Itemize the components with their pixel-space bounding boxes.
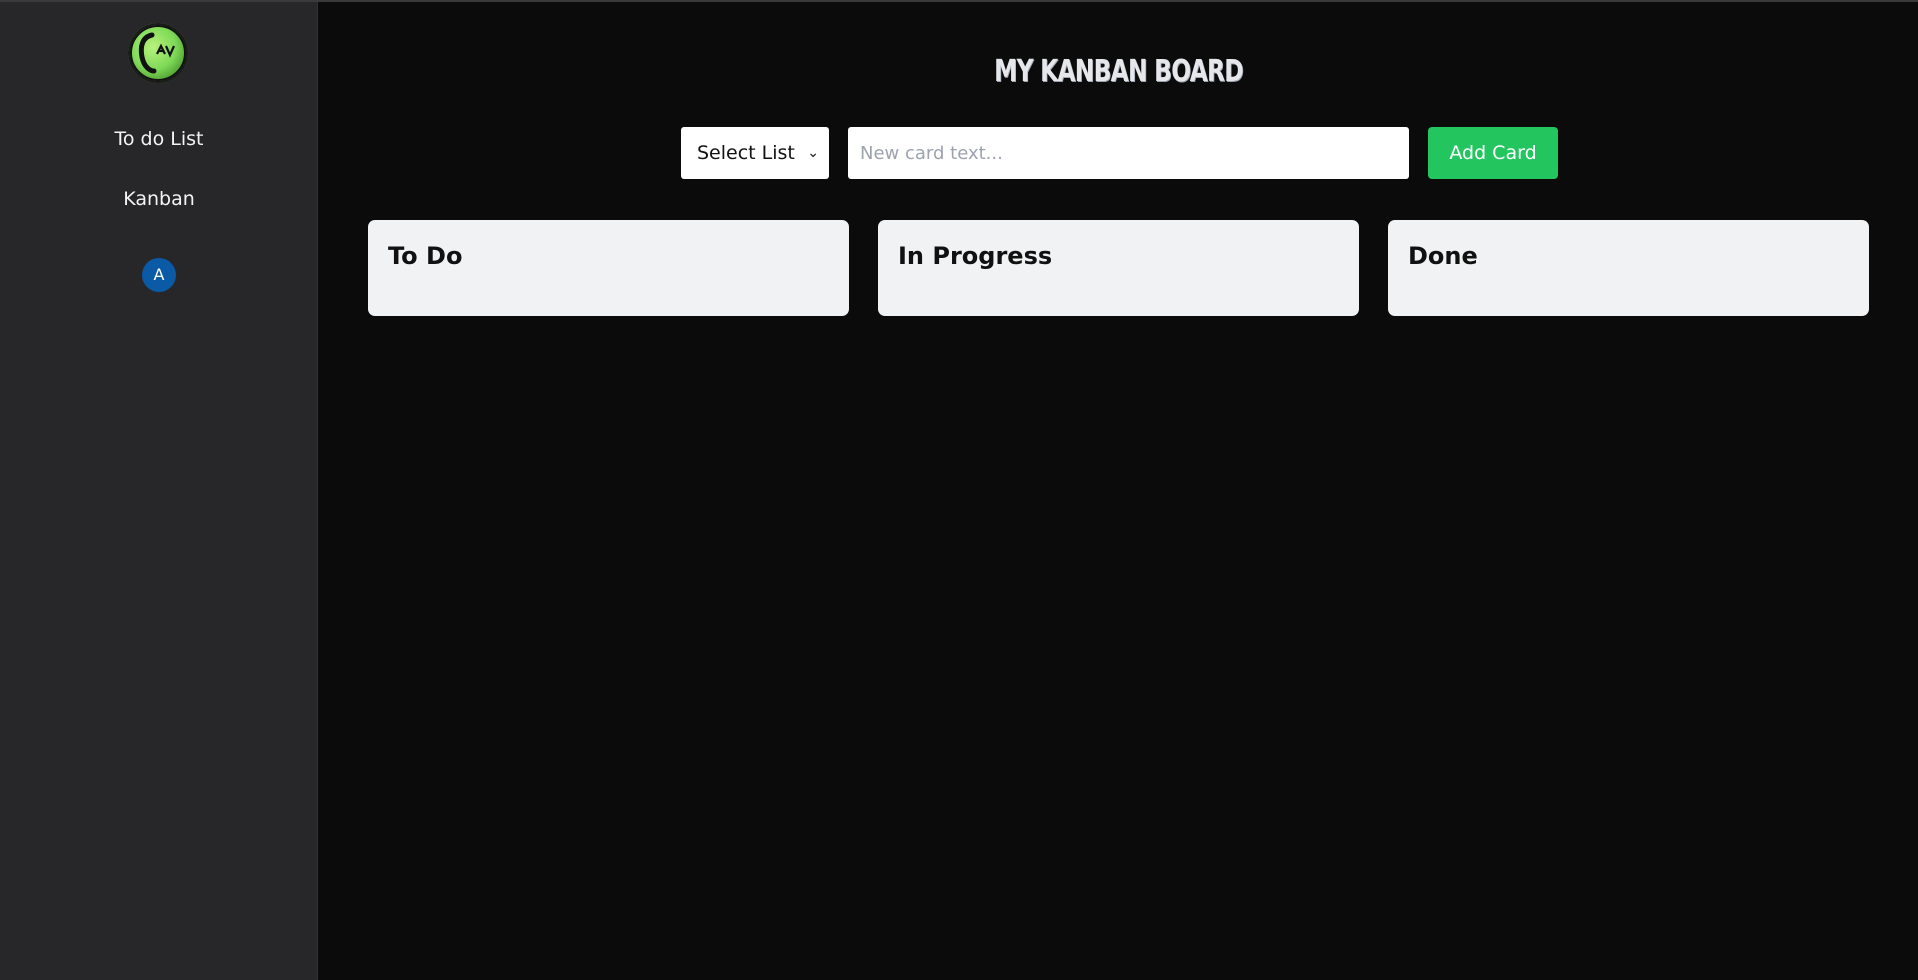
- list-select-label: Select List: [697, 142, 795, 164]
- logo-mark-icon: [130, 25, 186, 81]
- add-card-button[interactable]: Add Card: [1428, 127, 1558, 179]
- column-todo[interactable]: To Do: [368, 220, 849, 316]
- nav-kanban[interactable]: Kanban: [0, 188, 318, 210]
- chevron-down-icon: ⌄: [807, 145, 819, 161]
- column-title: Done: [1408, 242, 1478, 270]
- nav-todo-list[interactable]: To do List: [0, 128, 318, 150]
- main-content: MY KANBAN BOARD Select List ⌄ Add Card T…: [319, 2, 1918, 980]
- user-avatar[interactable]: A: [142, 258, 176, 292]
- column-title: In Progress: [898, 242, 1053, 270]
- new-card-input[interactable]: [848, 127, 1409, 179]
- column-in-progress[interactable]: In Progress: [878, 220, 1359, 316]
- app-logo-icon[interactable]: [128, 23, 188, 83]
- sidebar: To do List Kanban A: [0, 2, 318, 980]
- app-root: To do List Kanban A MY KANBAN BOARD Sele…: [0, 0, 1918, 980]
- column-title: To Do: [388, 242, 463, 270]
- list-select[interactable]: Select List ⌄: [681, 127, 829, 179]
- column-done[interactable]: Done: [1388, 220, 1869, 316]
- page-title: MY KANBAN BOARD: [994, 54, 1244, 89]
